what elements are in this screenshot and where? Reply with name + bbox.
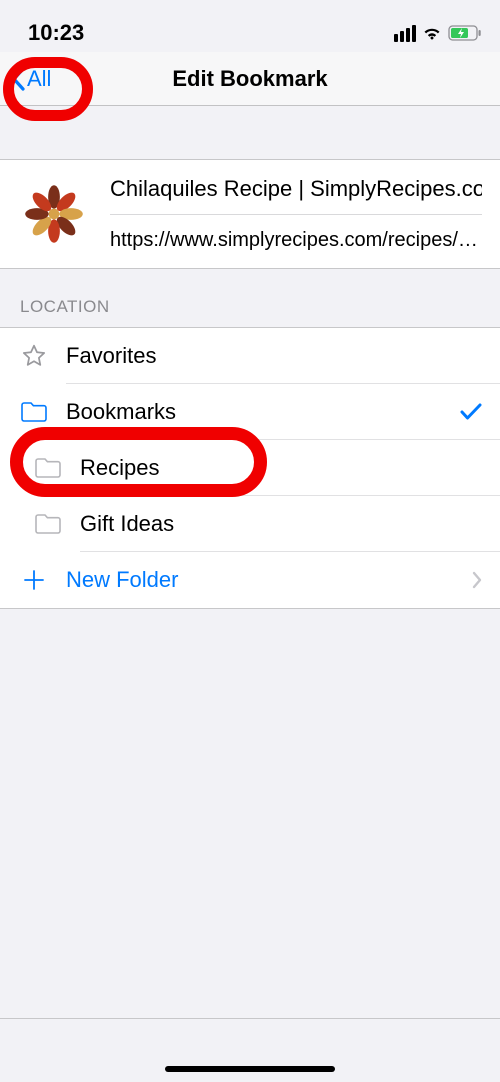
wifi-icon bbox=[421, 25, 443, 41]
new-folder-button[interactable]: New Folder bbox=[0, 552, 500, 608]
bookmark-favicon bbox=[16, 176, 92, 252]
back-label: All bbox=[27, 66, 51, 92]
status-time: 10:23 bbox=[28, 20, 84, 46]
row-label: Favorites bbox=[66, 343, 156, 369]
bookmark-url-field[interactable]: https://www.simplyrecipes.com/recipes/ch… bbox=[110, 215, 482, 254]
location-header: LOCATION bbox=[0, 269, 500, 327]
home-indicator[interactable] bbox=[165, 1066, 335, 1072]
cellular-icon bbox=[394, 25, 416, 42]
nav-bar: All Edit Bookmark bbox=[0, 52, 500, 106]
status-indicators bbox=[394, 25, 482, 42]
row-label: Gift Ideas bbox=[80, 511, 174, 537]
checkmark-icon bbox=[460, 403, 482, 421]
folder-favorites[interactable]: Favorites bbox=[0, 328, 500, 384]
row-label: Bookmarks bbox=[66, 399, 176, 425]
folder-gift-ideas[interactable]: Gift Ideas bbox=[0, 496, 500, 552]
folder-blue-icon bbox=[20, 400, 48, 424]
folder-bookmarks[interactable]: Bookmarks bbox=[0, 384, 500, 440]
folder-icon bbox=[34, 456, 62, 480]
row-label: New Folder bbox=[66, 567, 178, 593]
back-button[interactable]: All bbox=[10, 52, 51, 105]
chevron-right-icon bbox=[472, 571, 482, 589]
location-list: Favorites Bookmarks Recipes Gift Ideas N… bbox=[0, 327, 500, 609]
folder-icon bbox=[34, 512, 62, 536]
page-title: Edit Bookmark bbox=[172, 66, 327, 92]
chevron-left-icon bbox=[10, 67, 26, 91]
footer-separator bbox=[0, 1018, 500, 1019]
folder-recipes[interactable]: Recipes bbox=[0, 440, 500, 496]
bookmark-card: Chilaquiles Recipe | SimplyRecipes.com h… bbox=[0, 159, 500, 269]
battery-charging-icon bbox=[448, 25, 482, 41]
bookmark-title-field[interactable]: Chilaquiles Recipe | SimplyRecipes.com bbox=[110, 174, 482, 215]
status-bar: 10:23 bbox=[0, 0, 500, 52]
star-outline-icon bbox=[20, 344, 48, 368]
plus-icon bbox=[20, 568, 48, 592]
row-label: Recipes bbox=[80, 455, 159, 481]
favicon-flower-icon bbox=[22, 182, 86, 246]
